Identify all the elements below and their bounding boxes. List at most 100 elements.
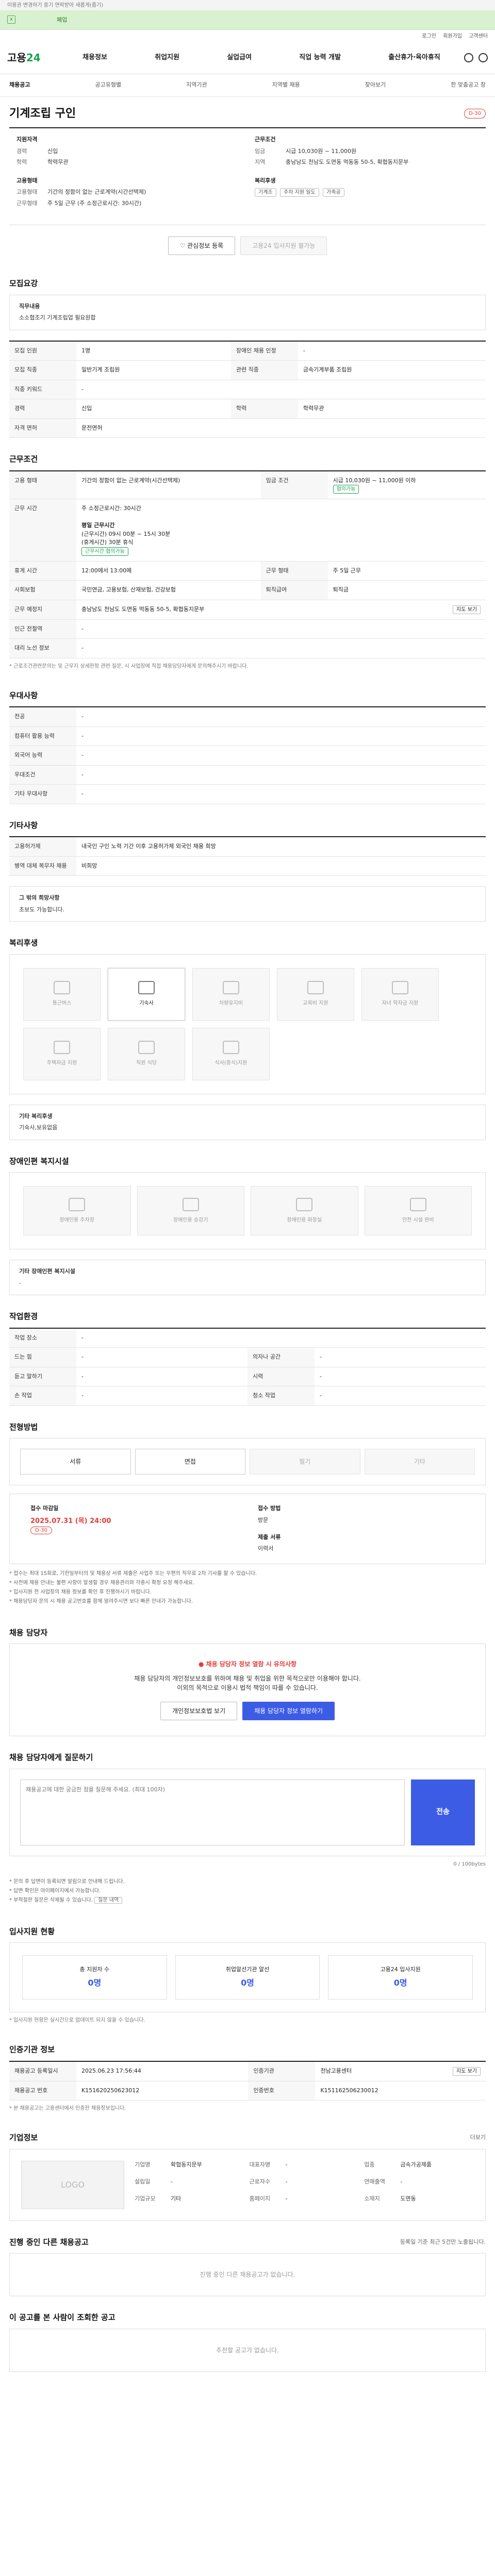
qna-section: 채용 담당자에게 질문하기 전송 0 / 100bytes * 문의 후 답변이… bbox=[9, 1740, 486, 1914]
benefit-item: 식사(중식)지원 bbox=[192, 1027, 270, 1080]
company-field-label: 설립일 bbox=[135, 2178, 151, 2185]
safety-icon bbox=[409, 1197, 426, 1211]
help-link[interactable]: 고객센터 bbox=[469, 33, 488, 39]
stat-total: 총 지원자 수 0명 bbox=[22, 1955, 167, 1999]
stat-online: 고용24 입사지원 0명 bbox=[328, 1955, 473, 1999]
nav-benefit[interactable]: 실업급여 bbox=[227, 53, 252, 63]
stats-section: 입사지원 현황 총 지원자 수 0명 취업알선기관 알선 0명 고용24 입사지원 0… bbox=[9, 1914, 486, 2033]
send-button[interactable]: 전송 bbox=[411, 1779, 475, 1845]
sub-nav-item[interactable]: 채용공고 bbox=[9, 81, 30, 90]
utility-bar: 로그인 회원가입 고객센터 bbox=[0, 30, 495, 41]
contact-section: 채용 담당자 ● 채용 담당자 정보 열람 시 유의사항 채용 담당자의 개인정… bbox=[9, 1616, 486, 1741]
scrap-button[interactable]: ♡ 관심정보 등록 bbox=[168, 236, 236, 255]
top-notice: 이용권 변경하기 중기 연락받아 새롭게(줍기) bbox=[0, 0, 495, 10]
company-more-link[interactable]: 더보기 bbox=[470, 2133, 486, 2142]
sub-nav-item[interactable]: 한 맞춤공고 창 bbox=[451, 81, 486, 90]
recommend-empty: 추천할 공고가 없습니다. bbox=[9, 2328, 486, 2372]
etc-table: 고용허가제 내국인 구인 노력 기간 이후 고용허가제 외국인 채용 희망 병역 … bbox=[9, 836, 486, 876]
company-field-value: - bbox=[285, 2178, 288, 2185]
nav-leave[interactable]: 출산휴가·육아휴직 bbox=[388, 53, 440, 63]
other-jobs-section: 진행 중인 다른 채용공고 등록일 기준 최근 5건만 노출됩니다. 진행 중인 … bbox=[9, 2225, 486, 2301]
company-field-label: 근로자수 bbox=[249, 2178, 271, 2185]
stat-agency: 취업알선기관 알선 0명 bbox=[175, 1955, 320, 1999]
view-contact-button[interactable]: 채용 담당자 정보 열람하기 bbox=[242, 1702, 335, 1720]
disab-toilet: 장애인용 화장실 bbox=[251, 1186, 358, 1235]
notice-banner: x 폐업 bbox=[0, 10, 495, 30]
disab-parking: 장애인용 주차장 bbox=[23, 1186, 131, 1235]
sub-nav-item[interactable]: 지역별 채용 bbox=[272, 81, 300, 90]
search-icon[interactable] bbox=[464, 53, 473, 62]
company-field-value: 확협동지문부 bbox=[171, 2161, 202, 2168]
benefit-icon bbox=[392, 981, 408, 994]
company-field-value: 기타 bbox=[171, 2195, 182, 2202]
dday-badge: D-30 bbox=[464, 109, 486, 118]
question-history-button[interactable]: 질문 내역 bbox=[94, 1896, 123, 1904]
map-button[interactable]: 지도 보기 bbox=[453, 605, 481, 614]
signup-link[interactable]: 회원가입 bbox=[443, 33, 462, 39]
env-table: 작업 장소 - 드는 힘 - 의자나 공간 - 듣고 말하기 - 시력 - 손 작업 - 청소 작… bbox=[9, 1327, 486, 1406]
pref-table: 전공 - 컴퓨터 활용 능력 - 외국어 능력 - 우대조건 - 기타 우대사항 - bbox=[9, 706, 486, 804]
step-written: 필기 bbox=[250, 1449, 360, 1475]
company-section: 기업정보 더보기 LOGO 기업명 확협동지문부 대표자명 - 업종 금속가공제품 설립일 - 근… bbox=[9, 2121, 486, 2225]
company-field-label: 홈페이지 bbox=[249, 2195, 271, 2202]
benefit-item: 차량유지비 bbox=[192, 968, 270, 1021]
sub-nav-item[interactable]: 찾아보기 bbox=[365, 81, 386, 90]
company-field-value: - bbox=[171, 2178, 173, 2185]
disab-elevator: 장애인용 승강기 bbox=[137, 1186, 244, 1235]
company-field-label: 연매출액 bbox=[364, 2178, 385, 2185]
question-input[interactable] bbox=[20, 1779, 405, 1845]
benefit-item: 기숙사 bbox=[108, 968, 185, 1021]
parking-icon bbox=[69, 1197, 86, 1211]
benefit-section: 복리후생 통근버스 기숙사 차량유지비 교육비 지원 자녀 학자금 지원 주택자금 지원 직… bbox=[9, 926, 486, 1144]
recruit-section: 모집요강 직무내용 소소협조기 기계조립업 필요원합 모집 인원 1명 장애인 채용 … bbox=[9, 266, 486, 442]
nav-training[interactable]: 직업 능력 개발 bbox=[299, 53, 341, 63]
disab-safety: 안전 시설 완비 bbox=[364, 1186, 472, 1235]
benefit-item: 직원 식당 bbox=[108, 1027, 185, 1080]
privacy-button[interactable]: 개인정보보호법 보기 bbox=[160, 1702, 238, 1720]
process-section: 전형방법 서류 면접 필기 기타 접수 마감일 2025.07.31 (목) 24… bbox=[9, 1410, 486, 1616]
benefit-box: 기타 복리후생 기숙사,보유없음 bbox=[9, 1104, 486, 1140]
preference-section: 우대사항 전공 - 컴퓨터 활용 능력 - 외국어 능력 - 우대조건 - 기타 우대사… bbox=[9, 679, 486, 808]
benefit-item: 교육비 지원 bbox=[277, 968, 354, 1021]
nav-support[interactable]: 취업지원 bbox=[155, 53, 179, 63]
benefit-icon bbox=[138, 981, 155, 994]
step-etc: 기타 bbox=[364, 1449, 475, 1475]
benefit-icon bbox=[307, 981, 324, 994]
company-field-label: 소재지 bbox=[364, 2195, 380, 2202]
site-logo[interactable]: 고용24 bbox=[7, 50, 59, 65]
sub-nav-item[interactable]: 공고유형별 bbox=[95, 81, 122, 90]
org-section: 인증기관 정보 채용공고 등록일시 2025.06.23 17:56:44 인증기관… bbox=[9, 2032, 486, 2121]
etc-section: 기타사항 고용허가제 내국인 구인 노력 기간 이후 고용허가제 외국인 채용 희… bbox=[9, 808, 486, 926]
benefit-icon bbox=[138, 1041, 155, 1054]
menu-icon[interactable] bbox=[478, 53, 488, 62]
job-summary: 지원자격 경력 신입 학력 학력무관 근무조건 임금 시급 10,030원 ~ 11,… bbox=[9, 127, 486, 225]
company-field-value: - bbox=[400, 2178, 403, 2185]
other-jobs-empty: 진행 중인 다른 채용공고가 없습니다. bbox=[9, 2253, 486, 2296]
company-field-value: - bbox=[285, 2195, 288, 2202]
benefit-item: 주택자금 지원 bbox=[23, 1027, 101, 1080]
nav-jobs[interactable]: 채용정보 bbox=[82, 53, 107, 63]
disab-box: 기타 장애인편 복지시설 - bbox=[9, 1260, 486, 1295]
etc-box: 그 밖의 희망사항 초보도 가능합니다. bbox=[9, 886, 486, 922]
benefit-tag: 주차 지원 일도 bbox=[280, 188, 319, 197]
benefit-item: 자녀 학자금 지원 bbox=[361, 968, 439, 1021]
org-table: 채용공고 등록일시 2025.06.23 17:56:44 인증기관 천남고용센터 지도… bbox=[9, 2060, 486, 2101]
step-interview: 면접 bbox=[135, 1449, 245, 1475]
sub-nav: 채용공고 공고유형별 지역기관 지역별 채용 찾아보기 한 맞춤공고 창 bbox=[0, 74, 495, 97]
work-section: 근무조건 고용 형태 기간의 정함이 없는 근로계약(시간선택제) 임금 조건 시급 … bbox=[9, 442, 486, 679]
benefit-icon bbox=[54, 1041, 70, 1054]
job-title: 기계조립 구인 bbox=[9, 107, 76, 120]
work-table: 고용 형태 기간의 정함이 없는 근로계약(시간선택제) 임금 조건 시급 10,03… bbox=[9, 470, 486, 658]
disability-section: 장애인편 복지시설 장애인용 주차장 장애인용 승강기 장애인용 화장실 안전 … bbox=[9, 1144, 486, 1300]
step-document: 서류 bbox=[20, 1449, 131, 1475]
sub-nav-item[interactable]: 지역기관 bbox=[186, 81, 207, 90]
alert-icon: ● bbox=[198, 1660, 206, 1668]
close-icon[interactable]: x bbox=[7, 15, 15, 24]
login-link[interactable]: 로그인 bbox=[422, 33, 436, 39]
environment-section: 작업환경 작업 장소 - 드는 힘 - 의자나 공간 - 듣고 말하기 - 시력 - 손 작업… bbox=[9, 1299, 486, 1410]
apply-button[interactable]: 고용24 입사지원 불가능 bbox=[240, 236, 327, 255]
global-nav: 고용24 채용정보 취업지원 실업급여 직업 능력 개발 출산휴가·육아휴직 bbox=[0, 41, 495, 74]
banner-text: 폐업 bbox=[57, 16, 68, 23]
org-map-button[interactable]: 지도 보기 bbox=[453, 2066, 481, 2076]
company-field-value: 도면동 bbox=[400, 2195, 416, 2202]
